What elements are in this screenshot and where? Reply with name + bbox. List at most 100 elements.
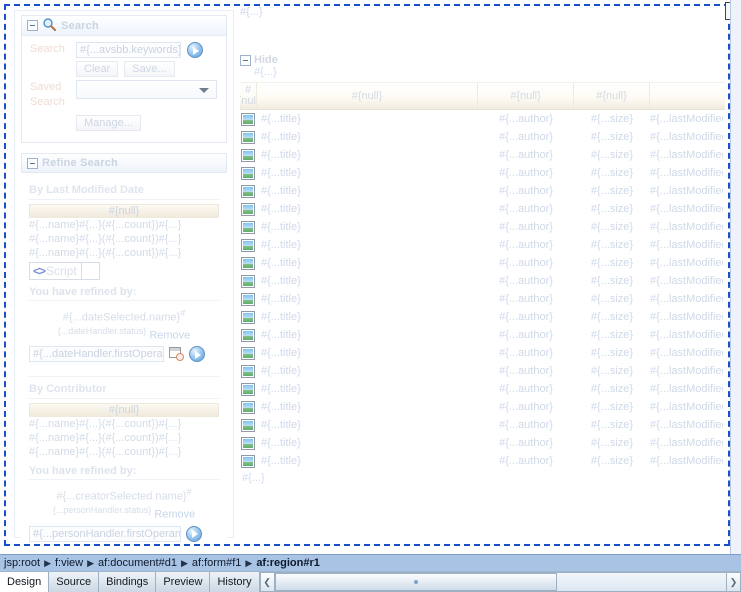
- table-row[interactable]: #{...title} #{...author} #{...size} #{...la…: [240, 290, 725, 308]
- tab-preview[interactable]: Preview: [156, 572, 211, 592]
- column-header-title[interactable]: #{null}: [257, 83, 478, 109]
- table-row[interactable]: #{...title} #{...author} #{...size} #{...la…: [240, 164, 725, 182]
- date-script-label: Script: [46, 264, 77, 278]
- scrollbar-track[interactable]: [274, 572, 726, 592]
- code-brackets-icon: <>: [33, 264, 46, 278]
- table-row[interactable]: #{...title} #{...author} #{...size} #{...la…: [240, 236, 725, 254]
- table-row[interactable]: #{...title} #{...author} #{...size} #{...la…: [240, 272, 725, 290]
- design-canvas[interactable]: Search Search #{...avsbb.keywords} Clear…: [0, 0, 741, 554]
- row-size-cell: #{...size}: [590, 293, 634, 305]
- search-panel-header[interactable]: Search: [22, 16, 226, 36]
- row-title-cell: #{...title}: [261, 419, 301, 431]
- thumbnail-icon: [241, 346, 255, 360]
- row-thumbnail-cell: [240, 400, 257, 414]
- tab-source[interactable]: Source: [49, 572, 100, 592]
- date-operand-input[interactable]: #{...dateHandler.firstOperand}: [29, 346, 164, 363]
- breadcrumb-item-af-document-d1[interactable]: af:document#d1: [98, 557, 177, 569]
- row-thumbnail-cell: [240, 220, 257, 234]
- contributor-facet-item[interactable]: #{...name}#{...}(#{...count})#{...}: [29, 445, 219, 459]
- date-script-chip[interactable]: <> Script: [29, 262, 100, 280]
- search-keywords-input[interactable]: #{...avsbb.keywords}: [76, 42, 181, 58]
- table-row[interactable]: #{...title} #{...author} #{...size} #{...la…: [240, 326, 725, 344]
- contributor-remove-link[interactable]: Remove: [154, 509, 195, 521]
- table-row[interactable]: #{...title} #{...author} #{...size} #{...la…: [240, 200, 725, 218]
- row-author-cell: #{...author}: [499, 257, 553, 269]
- tab-design[interactable]: Design: [0, 572, 50, 592]
- save-button[interactable]: Save...: [124, 61, 175, 77]
- thumbnail-icon: [241, 400, 255, 414]
- row-size-cell: #{...size}: [590, 347, 634, 359]
- table-row[interactable]: #{...title} #{...author} #{...size} #{...la…: [240, 128, 725, 146]
- table-row[interactable]: #{...title} #{...author} #{...size} #{...la…: [240, 344, 725, 362]
- row-title-cell: #{...title}: [261, 185, 301, 197]
- table-row[interactable]: #{...title} #{...author} #{...size} #{...la…: [240, 398, 725, 416]
- breadcrumb-item-af-form-f1[interactable]: af:form#f1: [192, 557, 242, 569]
- hide-disclosure-row[interactable]: Hide: [240, 54, 725, 66]
- thumbnail-icon: [241, 220, 255, 234]
- column-header-author[interactable]: #{null}: [478, 83, 574, 109]
- contributor-go-button-icon[interactable]: [186, 525, 202, 542]
- search-go-button-icon[interactable]: [187, 42, 203, 58]
- row-last-modified-cell: #{...lastModified}: [650, 131, 723, 143]
- tab-history[interactable]: History: [210, 572, 260, 592]
- row-author-cell: #{...author}: [499, 203, 553, 215]
- date-go-button-icon[interactable]: [189, 346, 205, 363]
- table-row[interactable]: #{...title} #{...author} #{...size} #{...la…: [240, 218, 725, 236]
- date-facet-item[interactable]: #{...name}#{...}(#{...count})#{...}: [29, 218, 219, 232]
- scroll-left-arrow-icon[interactable]: ❮: [259, 572, 275, 592]
- table-row[interactable]: #{...title} #{...author} #{...size} #{...la…: [240, 308, 725, 326]
- thumbnail-icon: [241, 148, 255, 162]
- table-row[interactable]: #{...title} #{...author} #{...size} #{...la…: [240, 452, 725, 470]
- hide-sub-ref: #{...}: [254, 66, 277, 78]
- row-thumbnail-cell: [240, 346, 257, 360]
- table-row[interactable]: #{...title} #{...author} #{...size} #{...la…: [240, 434, 725, 452]
- thumbnail-icon: [241, 238, 255, 252]
- row-size-cell: #{...size}: [590, 455, 634, 467]
- table-row[interactable]: #{...title} #{...author} #{...size} #{...la…: [240, 380, 725, 398]
- hide-disclosure-toggle-icon[interactable]: [240, 54, 251, 66]
- table-row[interactable]: #{...title} #{...author} #{...size} #{...la…: [240, 362, 725, 380]
- row-title-cell: #{...title}: [261, 311, 301, 323]
- column-header-index[interactable]: # {null: [240, 83, 257, 109]
- search-disclosure-toggle-icon[interactable]: [27, 20, 38, 31]
- date-remove-link[interactable]: Remove: [149, 329, 190, 341]
- calendar-clock-icon[interactable]: [169, 347, 184, 362]
- contributor-facet-item[interactable]: #{...name}#{...}(#{...count})#{...}: [29, 417, 219, 431]
- date-facet-item[interactable]: #{...name}#{...}(#{...count})#{...}: [29, 232, 219, 246]
- scroll-right-arrow-icon[interactable]: ❯: [726, 572, 741, 592]
- thumbnail-icon: [241, 454, 255, 468]
- refine-disclosure-toggle-icon[interactable]: [27, 157, 38, 169]
- clear-button[interactable]: Clear: [76, 61, 119, 77]
- thumbnail-icon: [241, 328, 255, 342]
- refine-search-header[interactable]: Refine Search: [21, 153, 227, 173]
- breadcrumb-separator-icon: ▶: [180, 557, 188, 568]
- manage-button[interactable]: Manage...: [76, 115, 141, 131]
- row-last-modified-cell: #{...lastModified}: [650, 257, 723, 269]
- table-row[interactable]: #{...title} #{...author} #{...size} #{...la…: [240, 182, 725, 200]
- row-author-cell: #{...author}: [499, 275, 553, 287]
- table-row[interactable]: #{...title} #{...author} #{...size} #{...la…: [240, 146, 725, 164]
- breadcrumb-item-f-view[interactable]: f:view: [55, 557, 83, 569]
- scrollbar-thumb[interactable]: [274, 573, 557, 591]
- row-last-modified-cell: #{...lastModified}: [650, 311, 723, 323]
- row-size-cell: #{...size}: [590, 257, 634, 269]
- table-row[interactable]: #{...title} #{...author} #{...size} #{...la…: [240, 110, 725, 128]
- table-row[interactable]: #{...title} #{...author} #{...size} #{...la…: [240, 416, 725, 434]
- horizontal-scrollbar[interactable]: ❮ ❯: [259, 572, 741, 592]
- contributor-facet-item[interactable]: #{...name}#{...}(#{...count})#{...}: [29, 431, 219, 445]
- table-row[interactable]: #{...title} #{...author} #{...size} #{...la…: [240, 254, 725, 272]
- row-last-modified-cell: #{...lastModified}: [650, 167, 723, 179]
- breadcrumb-separator-icon: ▶: [245, 557, 253, 568]
- date-facet-item[interactable]: #{...name}#{...}(#{...count})#{...}: [29, 246, 219, 260]
- tab-bindings[interactable]: Bindings: [99, 572, 157, 592]
- contributor-operand-input[interactable]: #{...personHandler.firstOperand}: [29, 525, 181, 542]
- saved-search-select[interactable]: [76, 80, 217, 99]
- saved-search-label-line1: Saved: [30, 81, 62, 93]
- canvas-right-strip[interactable]: [730, 0, 741, 554]
- row-size-cell: #{...size}: [590, 167, 634, 179]
- breadcrumb-item-jsp-root[interactable]: jsp:root: [4, 557, 40, 569]
- column-header-last-modified[interactable]: [650, 83, 723, 109]
- thumbnail-icon: [241, 184, 255, 198]
- column-header-size[interactable]: #{null}: [574, 83, 650, 109]
- breadcrumb-item-af-region-r1[interactable]: af:region#r1: [256, 557, 320, 569]
